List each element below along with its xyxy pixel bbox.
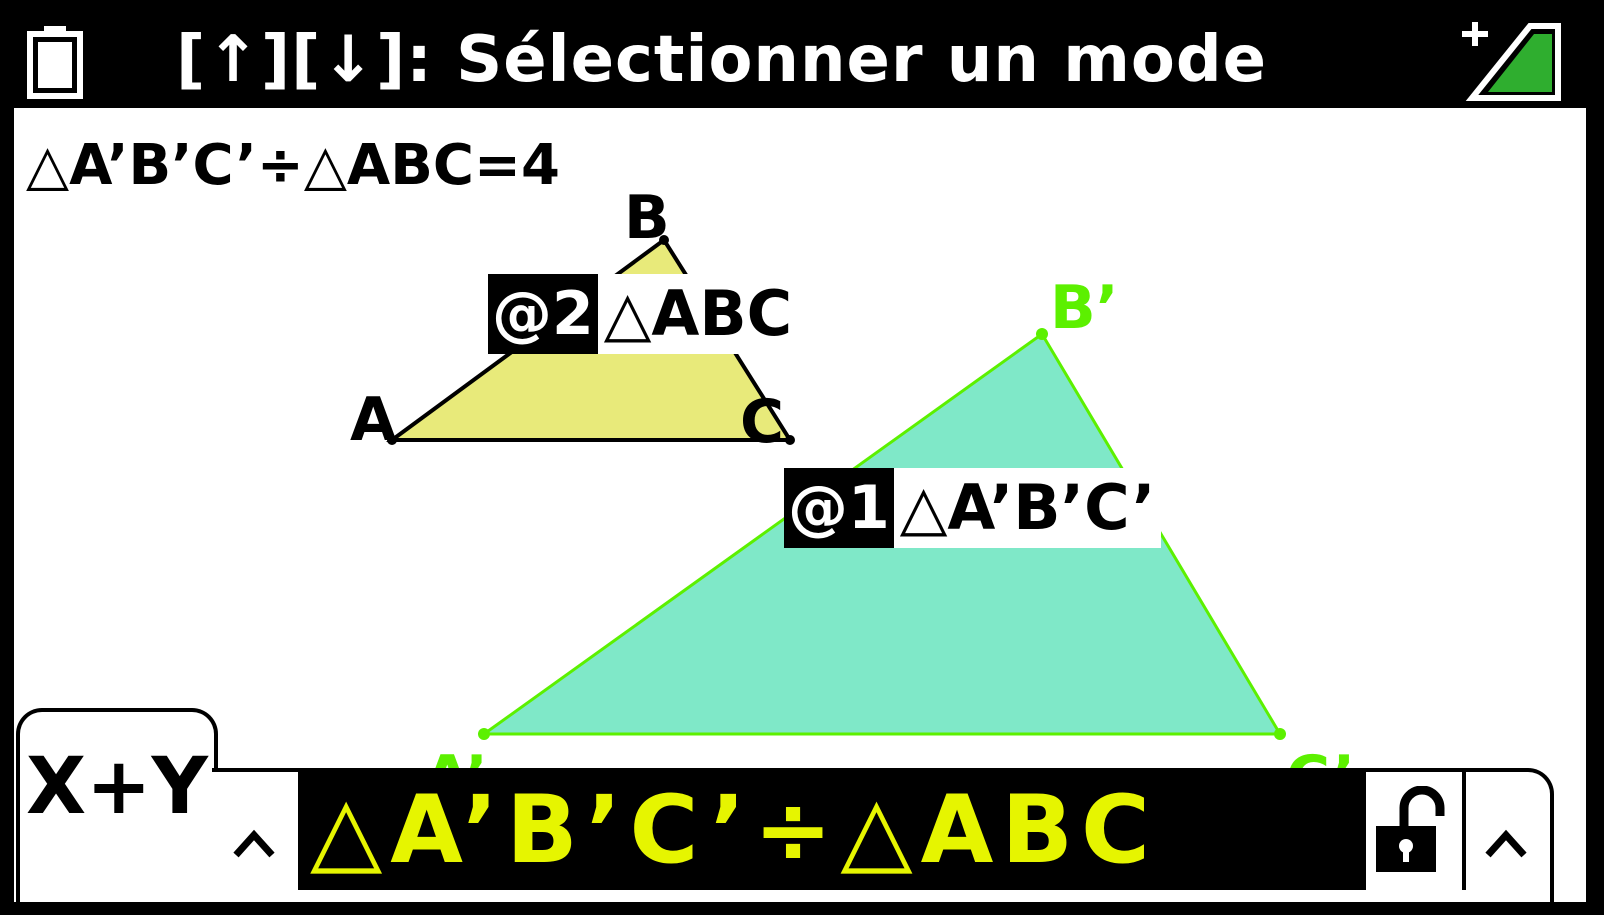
tag-number: @2	[488, 274, 598, 354]
tab-x-plus-y[interactable]: X+Y	[16, 708, 218, 902]
tag-number: @1	[784, 468, 894, 548]
caret-up-button-right[interactable]	[1470, 792, 1542, 896]
caret-up-icon	[233, 829, 275, 858]
vertex-a-label: A	[350, 385, 397, 455]
vertex-c-label: C	[740, 387, 784, 457]
vertex-a-prime-point[interactable]	[478, 728, 490, 740]
unlock-icon	[1376, 786, 1445, 872]
calculator-screen: [↑][↓]: Sélectionner un mode △A’B’C’÷△AB…	[14, 12, 1586, 902]
vertex-b-label: B	[624, 183, 670, 253]
tag-name: △ABC	[597, 274, 799, 354]
vertex-c-point[interactable]	[785, 435, 795, 445]
lock-button[interactable]	[1356, 772, 1464, 890]
expression-input[interactable]: △A’B’C’÷△ABC	[298, 772, 1366, 890]
tag-triangle-a-prime-b-prime-c-prime[interactable]: @1 △A’B’C’	[784, 468, 1162, 548]
vertex-b-prime-point[interactable]	[1036, 328, 1048, 340]
tag-name: △A’B’C’	[893, 468, 1162, 548]
divider	[1462, 772, 1466, 890]
vertex-b-prime-label: B’	[1050, 273, 1119, 343]
vertex-c-prime-point[interactable]	[1274, 728, 1286, 740]
caret-up-button-left[interactable]	[218, 792, 290, 896]
expression-bar: △A’B’C’÷△ABC	[212, 768, 1554, 902]
caret-up-icon	[1485, 829, 1527, 858]
tag-triangle-abc[interactable]: @2 △ABC	[488, 274, 799, 354]
